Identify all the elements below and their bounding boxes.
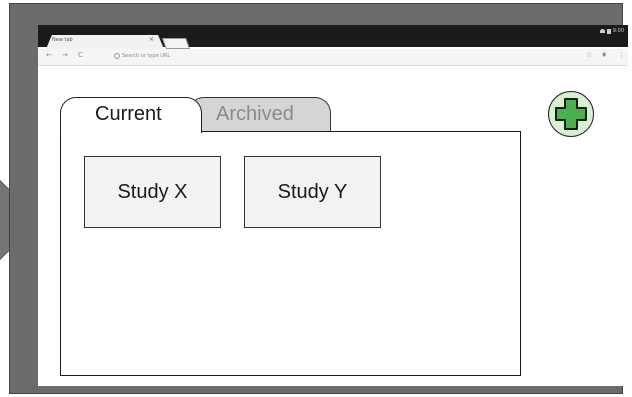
omnibox-input[interactable]: Search or type URL bbox=[122, 53, 170, 59]
close-tab-icon[interactable]: × bbox=[149, 36, 154, 43]
tab-current-label: Current bbox=[95, 103, 162, 125]
tablet-bezel: 9:00 New tab × ← → C Search or type URL … bbox=[9, 3, 628, 394]
wifi-icon bbox=[599, 29, 605, 33]
status-icons: 9:00 bbox=[599, 28, 624, 34]
tablet-screen: 9:00 New tab × ← → C Search or type URL … bbox=[38, 25, 628, 386]
star-icon[interactable]: ☆ bbox=[586, 51, 592, 59]
wireframe-stage: 9:00 New tab × ← → C Search or type URL … bbox=[0, 0, 632, 397]
browser-tab-title: New tab bbox=[52, 37, 73, 43]
study-card-x[interactable]: Study X bbox=[84, 156, 221, 228]
status-time: 9:00 bbox=[612, 28, 624, 34]
plus-icon bbox=[555, 98, 587, 130]
forward-icon[interactable]: → bbox=[62, 51, 68, 59]
info-icon bbox=[114, 53, 120, 59]
mic-icon[interactable]: ♦ bbox=[601, 51, 607, 59]
tab-archived-label: Archived bbox=[216, 103, 294, 125]
menu-icon[interactable]: ⋮ bbox=[618, 51, 625, 59]
battery-icon bbox=[606, 28, 611, 34]
back-icon[interactable]: ← bbox=[46, 51, 52, 59]
browser-toolbar: ← → C Search or type URL ☆ ♦ ⋮ bbox=[38, 49, 628, 66]
study-card-y[interactable]: Study Y bbox=[244, 156, 381, 228]
reload-icon[interactable]: C bbox=[78, 51, 83, 59]
new-tab-button[interactable] bbox=[161, 38, 191, 49]
add-study-button[interactable] bbox=[548, 91, 594, 137]
